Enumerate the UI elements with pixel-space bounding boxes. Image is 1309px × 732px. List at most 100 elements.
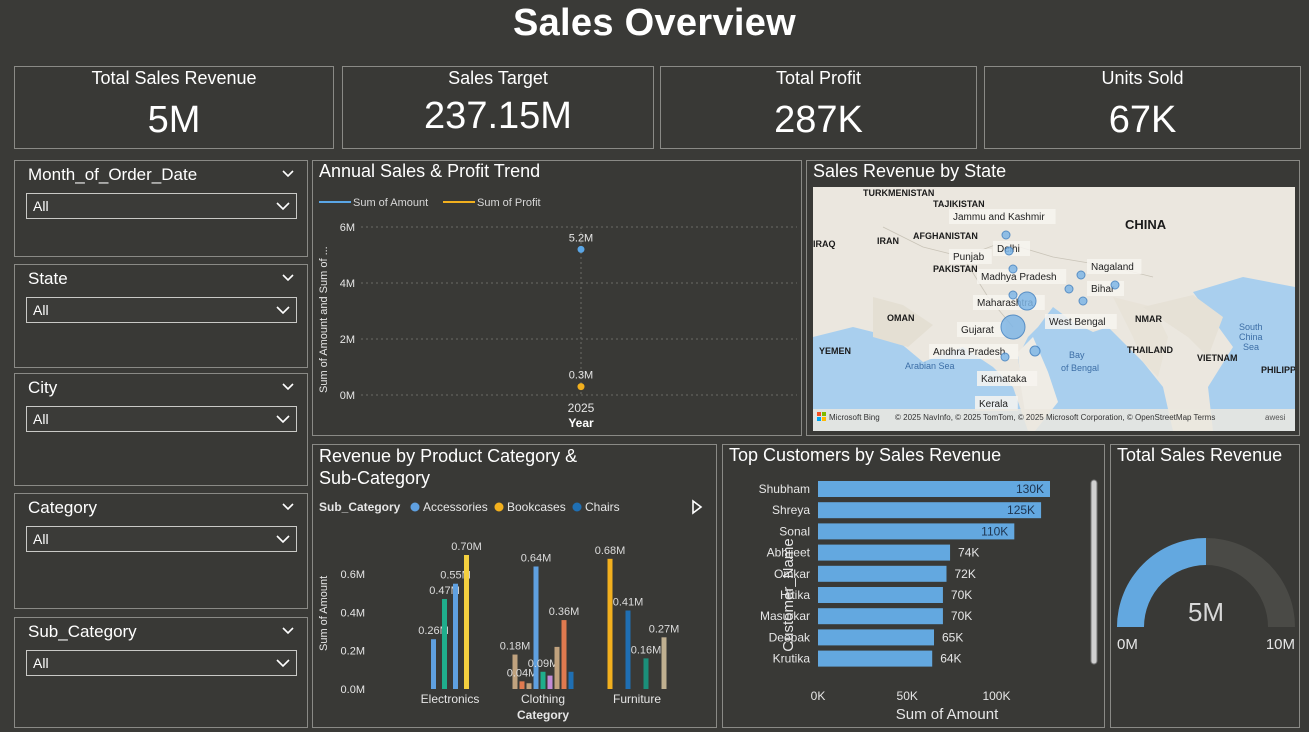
sea-label: of Bengal bbox=[1061, 363, 1099, 373]
x-tick-label: 2025 bbox=[568, 401, 595, 415]
kpi-value: 287K bbox=[774, 99, 863, 141]
bar bbox=[818, 565, 947, 582]
country-label: AFGHANISTAN bbox=[913, 231, 978, 241]
gauge-max-label: 10M bbox=[1266, 636, 1295, 653]
legend-label-bookcases: Bookcases bbox=[507, 500, 566, 514]
dropdown-value: All bbox=[33, 198, 49, 214]
chevron-down-icon[interactable] bbox=[281, 624, 295, 638]
bar bbox=[818, 587, 943, 603]
legend-title: Sub_Category bbox=[319, 500, 401, 514]
chevron-down-icon[interactable] bbox=[281, 380, 295, 394]
chevron-down-icon[interactable] bbox=[281, 500, 295, 514]
slicer-label: City bbox=[28, 378, 58, 397]
chevron-down-icon[interactable] bbox=[281, 167, 295, 181]
state-label: Punjab bbox=[953, 252, 985, 263]
slicer-dropdown[interactable]: All bbox=[26, 406, 297, 432]
kpi-value: 5M bbox=[147, 99, 201, 141]
kpi-card-sales-target[interactable]: Sales Target 237.15M bbox=[342, 66, 654, 149]
slicer-city[interactable]: City All bbox=[14, 373, 308, 486]
dropdown-value: All bbox=[33, 655, 49, 671]
bar bbox=[533, 566, 539, 689]
category-label: Deepak bbox=[769, 630, 811, 644]
map-brand: Microsoft Bing bbox=[829, 413, 880, 422]
map-edge-label: awesi bbox=[1265, 413, 1286, 422]
sea-label: South bbox=[1239, 322, 1263, 332]
sea-label: Sea bbox=[1243, 342, 1259, 352]
map-panel[interactable]: Sales Revenue by State TURKMENISTAN TAJIK… bbox=[806, 160, 1300, 436]
slicer-sub-category[interactable]: Sub_Category All bbox=[14, 617, 308, 728]
gauge-panel[interactable]: Total Sales Revenue 5M 0M 10M bbox=[1110, 444, 1300, 728]
page-title: Sales Overview bbox=[512, 2, 797, 44]
country-label: TURKMENISTAN bbox=[863, 188, 934, 198]
trend-chart: Sum of Amount Sum of Profit Sum of Amoun… bbox=[318, 197, 797, 430]
data-label: 0.68M bbox=[595, 545, 626, 557]
country-label: CHINA bbox=[1125, 217, 1167, 232]
slicer-category[interactable]: Category All bbox=[14, 493, 308, 609]
scrollbar[interactable] bbox=[1090, 479, 1098, 665]
kpi-card-total-profit[interactable]: Total Profit 287K bbox=[660, 66, 977, 149]
x-tick-label: Electronics bbox=[421, 692, 480, 706]
kpi-card-total-sales-revenue[interactable]: Total Sales Revenue 5M bbox=[14, 66, 334, 149]
category-label: Shreya bbox=[772, 503, 810, 517]
country-label: PAKISTAN bbox=[933, 264, 978, 274]
slicer-dropdown[interactable]: All bbox=[26, 650, 297, 676]
bar bbox=[431, 639, 436, 689]
bar bbox=[540, 671, 546, 689]
category-chart-panel[interactable]: Revenue by Product Category & Sub-Catego… bbox=[312, 444, 717, 728]
y-axis-label: Sum of Amount and Sum of ... bbox=[318, 246, 330, 393]
bar bbox=[568, 671, 574, 689]
slicer-dropdown[interactable]: All bbox=[26, 297, 297, 323]
y-axis-label: Sum of Amount bbox=[318, 576, 330, 651]
map-canvas[interactable]: TURKMENISTANTAJIKISTAN AFGHANISTAN IRAN IRA… bbox=[813, 187, 1295, 431]
country-label: YEMEN bbox=[819, 346, 851, 356]
country-label: PHILIPPIN bbox=[1261, 365, 1295, 375]
data-label: 0.16M bbox=[631, 644, 662, 656]
state-bubble bbox=[1000, 314, 1026, 340]
sea-label: Bay bbox=[1069, 350, 1085, 360]
bar bbox=[818, 650, 933, 667]
country-label: TAJIKISTAN bbox=[933, 199, 985, 209]
legend-next-icon[interactable] bbox=[692, 499, 703, 515]
bar bbox=[661, 637, 667, 689]
slicer-month-of-order-date[interactable]: Month_of_Order_Date All bbox=[14, 160, 308, 257]
y-tick-label: 0.0M bbox=[341, 684, 365, 696]
slicer-label: Category bbox=[28, 498, 97, 517]
data-point bbox=[577, 383, 585, 391]
x-tick-label: 0K bbox=[811, 689, 826, 703]
state-bubble bbox=[1078, 296, 1088, 306]
gauge-chart: 5M 0M 10M bbox=[1117, 537, 1295, 653]
x-axis-label: Category bbox=[517, 708, 569, 722]
customers-chart: Customer_Name Sum of Amount Shubham 130KS… bbox=[759, 479, 1098, 723]
slicer-label: State bbox=[28, 269, 68, 288]
bar bbox=[547, 675, 553, 689]
legend-label-chairs: Chairs bbox=[585, 500, 620, 514]
bar bbox=[818, 608, 943, 625]
kpi-label: Total Sales Revenue bbox=[91, 68, 257, 88]
state-label: Nagaland bbox=[1091, 262, 1134, 273]
country-label: NMAR bbox=[1135, 314, 1162, 324]
data-label: 130K bbox=[1016, 482, 1044, 496]
x-axis-label: Year bbox=[568, 416, 594, 430]
state-bubble bbox=[1001, 230, 1011, 240]
bar bbox=[818, 629, 934, 646]
x-tick-label: 100K bbox=[982, 689, 1010, 703]
x-tick-label: 50K bbox=[897, 689, 918, 703]
bar bbox=[442, 599, 447, 689]
data-label: 70K bbox=[951, 588, 972, 602]
customers-chart-panel[interactable]: Top Customers by Sales Revenue Customer_… bbox=[722, 444, 1105, 728]
kpi-card-units-sold[interactable]: Units Sold 67K bbox=[984, 66, 1301, 149]
state-label: West Bengal bbox=[1049, 317, 1106, 328]
slicer-dropdown[interactable]: All bbox=[26, 193, 297, 219]
data-label: 72K bbox=[954, 567, 975, 581]
data-label: 5.2M bbox=[569, 232, 593, 244]
data-label: 0.70M bbox=[451, 541, 482, 553]
slicer-state[interactable]: State All bbox=[14, 264, 308, 368]
chevron-down-icon bbox=[276, 659, 290, 668]
chevron-down-icon bbox=[276, 306, 290, 315]
trend-chart-panel[interactable]: Annual Sales & Profit Trend Sum of Amoun… bbox=[312, 160, 802, 436]
y-tick-label: 4M bbox=[340, 278, 355, 290]
category-label: Krutika bbox=[773, 652, 811, 666]
slicer-dropdown[interactable]: All bbox=[26, 526, 297, 552]
chevron-down-icon[interactable] bbox=[281, 271, 295, 285]
chevron-down-icon bbox=[276, 415, 290, 424]
